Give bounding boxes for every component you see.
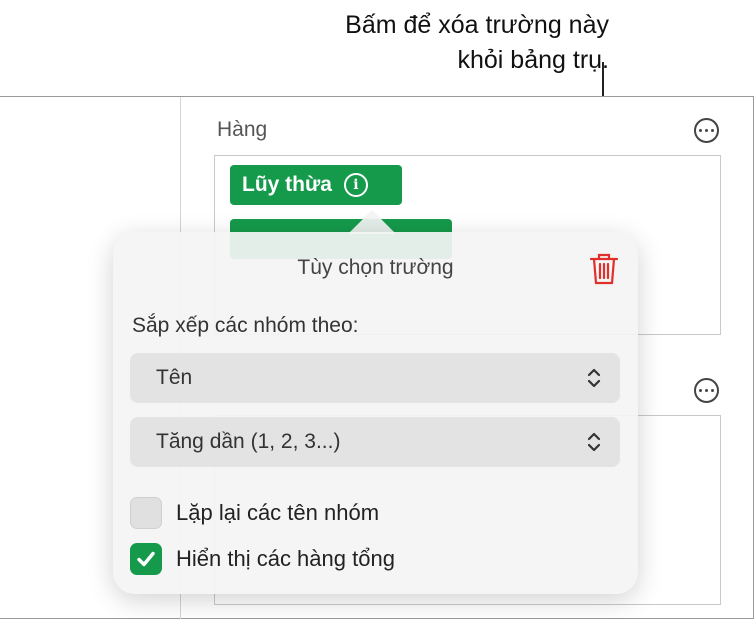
sort-by-select[interactable]: Tên xyxy=(130,353,620,403)
show-totals-option[interactable]: Hiển thị các hàng tổng xyxy=(130,543,395,575)
field-pill-label: Lũy thừa xyxy=(242,173,332,196)
field-pill-luy-thua[interactable]: Lũy thừa i xyxy=(230,165,402,205)
show-totals-label: Hiển thị các hàng tổng xyxy=(176,546,395,571)
show-totals-checkbox[interactable] xyxy=(130,543,162,575)
sort-order-select[interactable]: Tăng dần (1, 2, 3...) xyxy=(130,417,620,467)
repeat-group-names-option[interactable]: Lặp lại các tên nhóm xyxy=(130,497,379,529)
checkmark-icon xyxy=(137,551,155,567)
trash-icon[interactable] xyxy=(589,252,619,286)
popover-arrow xyxy=(348,210,396,234)
sort-groups-label: Sắp xếp các nhóm theo: xyxy=(132,314,359,337)
info-icon[interactable]: i xyxy=(343,173,368,197)
chevron-updown-icon xyxy=(587,368,601,388)
repeat-group-names-label: Lặp lại các tên nhóm xyxy=(176,500,380,525)
popover-title: Tùy chọn trường xyxy=(297,256,454,279)
field-options-popover: Tùy chọn trường Sắp xếp các nhóm theo: T… xyxy=(113,232,638,594)
rows-more-button[interactable] xyxy=(694,118,719,143)
callout-line-2: khỏi bảng trụ. xyxy=(457,46,610,74)
rows-section-label: Hàng xyxy=(217,118,268,141)
chevron-updown-icon xyxy=(587,432,601,452)
callout-line-1: Bấm để xóa trường này xyxy=(345,11,609,39)
sort-order-value: Tăng dần (1, 2, 3...) xyxy=(156,430,341,453)
callout-text: Bấm để xóa trường này khỏi bảng trụ. xyxy=(345,8,609,78)
values-more-button[interactable] xyxy=(694,378,719,403)
repeat-group-names-checkbox[interactable] xyxy=(130,497,162,529)
sort-by-value: Tên xyxy=(156,366,193,389)
